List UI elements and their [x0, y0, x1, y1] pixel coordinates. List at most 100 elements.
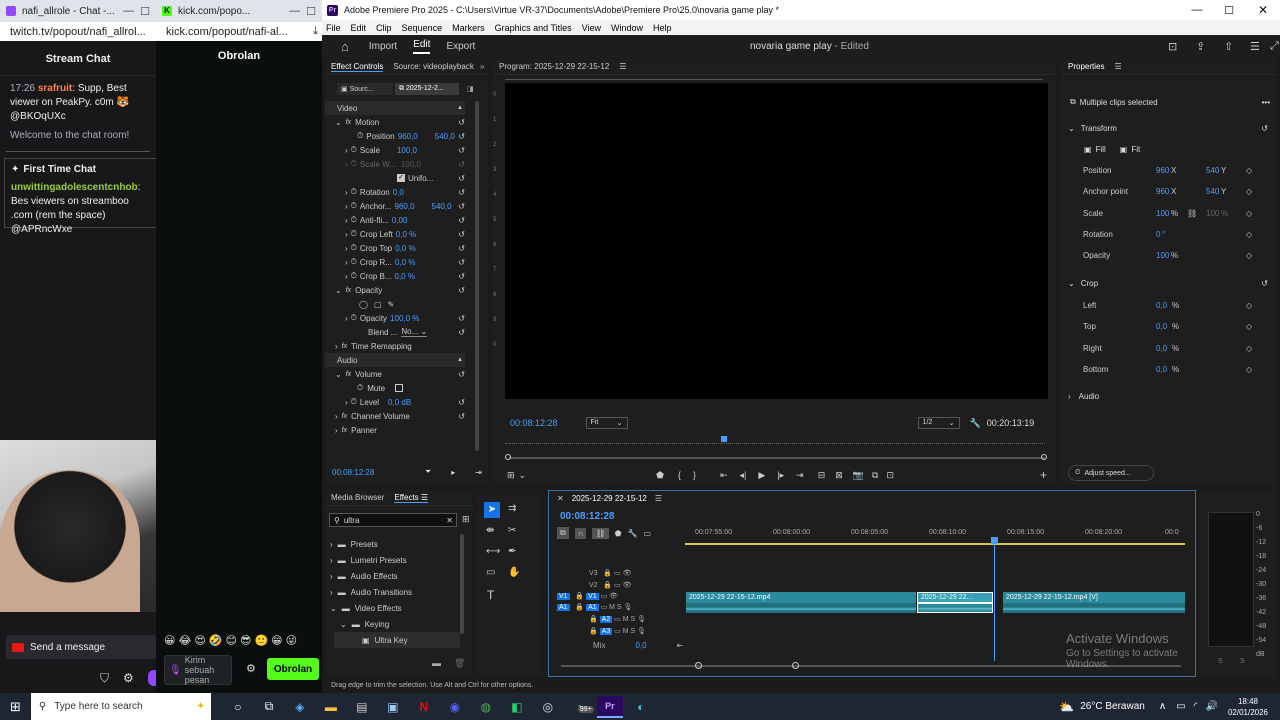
video-clip-3[interactable]: 2025-12-29 22-15-12.mp4 [V]	[1003, 592, 1185, 603]
folder-keying[interactable]: ⌄ ▬ Keying	[340, 616, 389, 632]
properties-tab[interactable]: Properties	[1068, 62, 1104, 71]
emote-icon[interactable]: 😁	[271, 634, 282, 647]
mute-checkbox[interactable]	[395, 384, 404, 392]
menu-icon[interactable]: ☰	[655, 494, 662, 503]
store-icon[interactable]: ▤	[349, 696, 375, 718]
shield-icon[interactable]: ⛉	[100, 671, 109, 686]
address-bar-kick[interactable]: kick.com/popout/nafi-al... ⤓	[156, 22, 322, 41]
pen-icon[interactable]: ✒	[508, 546, 516, 557]
prop-crop-top-row[interactable]: Top 0,0% ◇	[1062, 322, 1280, 342]
message-mention[interactable]: @BKOqUXc	[10, 111, 66, 122]
extract-icon[interactable]: ⊠	[835, 470, 843, 481]
program-video-canvas[interactable]	[505, 83, 1048, 399]
play-icon[interactable]: ▶	[758, 470, 765, 481]
keyframe-icon[interactable]: ◇	[1246, 187, 1252, 196]
menu-icon[interactable]: ☰	[1250, 40, 1260, 53]
prop-crop-bottom-row[interactable]: Bottom 0,0% ◇	[1062, 365, 1280, 385]
razor-icon[interactable]: ✂	[508, 525, 516, 536]
close-icon[interactable]: ✕	[557, 494, 564, 503]
track-a1[interactable]: A1 🔒 A1 ▭ M S 🎙	[557, 603, 632, 614]
link-icon[interactable]: ⛓	[1187, 209, 1197, 218]
resolution-select[interactable]: 1/2 ⌄	[917, 417, 960, 429]
minimize-icon[interactable]: —	[1182, 4, 1212, 16]
emote-icon[interactable]: 😎	[240, 634, 251, 647]
cortana-icon[interactable]: ○	[225, 696, 251, 718]
menu-file[interactable]: File	[326, 23, 341, 33]
maximize-icon[interactable]: ☐	[140, 5, 150, 18]
taskbar-search[interactable]: ⚲ Type here to search ✦	[30, 693, 211, 720]
wifi-icon[interactable]: ◜	[1194, 701, 1198, 712]
chrome-icon[interactable]: ◍	[473, 696, 499, 718]
stopwatch-icon[interactable]: ⏱	[351, 187, 357, 197]
chevron-right-icon[interactable]: ›	[1068, 392, 1071, 401]
ec-timecode[interactable]: 00:08:12:28	[332, 468, 374, 477]
close-icon[interactable]: ✕	[1246, 3, 1280, 17]
kick-send-button[interactable]: Obrolan	[267, 658, 319, 680]
stopwatch-icon[interactable]: ⏱	[351, 271, 357, 281]
pen-mask-icon[interactable]: ✎	[388, 300, 395, 309]
type-icon[interactable]: T	[487, 588, 494, 602]
go-in-icon[interactable]: ⇤	[720, 470, 728, 481]
lift-icon[interactable]: ⊟	[818, 470, 826, 481]
timeline-playhead[interactable]	[994, 541, 995, 661]
camera-icon[interactable]: 📷	[853, 470, 864, 481]
first-msg-user[interactable]: unwittingadolescentcnhob	[11, 182, 138, 193]
whatsapp-icon[interactable]: ◔99+	[566, 696, 594, 718]
premiere-taskbar-icon[interactable]: Pr	[596, 695, 623, 718]
home-icon[interactable]: ⌂	[341, 39, 349, 54]
audio-clip-2[interactable]	[917, 603, 993, 613]
prop-position-row[interactable]: Position 960 X 540 Y ◇	[1062, 166, 1280, 186]
discord-icon[interactable]: ◉	[442, 696, 468, 718]
stopwatch-icon[interactable]: ⏱	[351, 313, 357, 323]
keyframe-icon[interactable]: ◇	[1246, 365, 1252, 374]
prop-rotation-row[interactable]: Rotation 0 ° ◇	[1062, 230, 1280, 250]
download-icon[interactable]: ⤓	[313, 25, 318, 38]
panner-effect[interactable]: › fx Panner	[325, 423, 465, 437]
keyframe-icon[interactable]: ◇	[1246, 209, 1252, 218]
emote-icon[interactable]: 🙂	[254, 634, 268, 647]
keyframe-icon[interactable]: ◇	[1246, 344, 1252, 353]
ellipse-mask-icon[interactable]: ◯	[359, 300, 368, 309]
motion-effect[interactable]: ⌄ fx Motion ↺	[325, 115, 465, 129]
fill-icon[interactable]: ▣	[1084, 145, 1092, 154]
tab-effects[interactable]: Effects ☰	[394, 493, 429, 503]
wrench-icon[interactable]: 🔧	[970, 418, 981, 429]
folder-audio-transitions[interactable]: › ▬ Audio Transitions	[330, 584, 412, 600]
compare-icon[interactable]: ⧉	[872, 470, 878, 481]
menu-sequence[interactable]: Sequence	[402, 23, 443, 33]
prop-crop-right-row[interactable]: Right 0,0% ◇	[1062, 344, 1280, 364]
track-v1[interactable]: V1 🔒 V1 ▭ 👁	[557, 592, 618, 603]
stopwatch-icon[interactable]: ⏱	[351, 215, 357, 225]
stopwatch-icon[interactable]: ⏱	[351, 201, 357, 211]
stopwatch-icon[interactable]: ⏱	[351, 229, 357, 239]
folder-video-effects[interactable]: ⌄ ▬ Video Effects	[330, 600, 402, 616]
emote-icon[interactable]: 😍	[194, 634, 205, 647]
nest-icon[interactable]: ⧉	[557, 527, 569, 539]
browser-tab-kick[interactable]: K kick.com/popo... — ☐	[156, 0, 322, 22]
checkbox-checked-icon[interactable]: ✓	[397, 174, 405, 182]
zoom-bar[interactable]	[509, 457, 1045, 459]
audio-clip-1[interactable]	[686, 603, 916, 613]
fill-button[interactable]: Fill	[1096, 145, 1106, 154]
time-remap-effect[interactable]: › fx Time Remapping	[325, 339, 465, 353]
play-only-icon[interactable]: ▸	[451, 468, 455, 477]
captions-icon[interactable]: ▭	[644, 529, 652, 538]
quick-export-icon[interactable]: ⇪	[1196, 40, 1205, 53]
chevron-down-icon[interactable]: ⌄	[1068, 279, 1075, 288]
gear-icon[interactable]: ⚙	[123, 671, 134, 685]
stopwatch-icon[interactable]: ⏱	[357, 131, 363, 141]
keyframe-icon[interactable]: ◇	[1246, 301, 1252, 310]
maximize-icon[interactable]: ☐	[306, 5, 316, 18]
step-forward-icon[interactable]: |▸	[777, 470, 784, 481]
weather-text[interactable]: 26°C Berawan	[1080, 701, 1145, 712]
track-v3[interactable]: V3 🔒 ▭ 👁	[589, 569, 632, 580]
crop-right-row[interactable]: › ⏱ Crop R... 0,0 % ↺	[325, 255, 465, 269]
new-folder-icon[interactable]: ▬	[432, 658, 441, 668]
menu-view[interactable]: View	[582, 23, 601, 33]
network-icon[interactable]: ▭	[1176, 701, 1185, 712]
tab-import[interactable]: Import	[369, 41, 397, 52]
minimize-icon[interactable]: —	[289, 5, 300, 17]
snap-icon[interactable]: ∩	[574, 527, 587, 539]
stopwatch-icon[interactable]: ⏱	[351, 397, 357, 407]
scale-row[interactable]: › ⏱ Scale 100,0 ↺	[325, 143, 465, 157]
